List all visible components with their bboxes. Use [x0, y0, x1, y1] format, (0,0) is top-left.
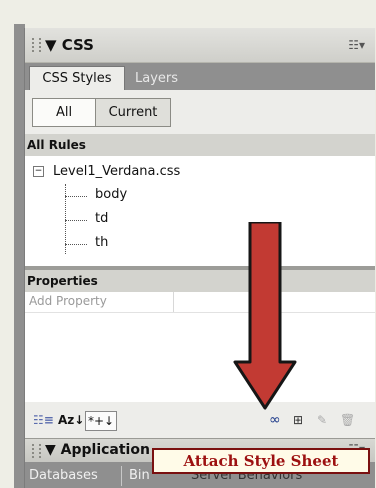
tree-branch [65, 244, 87, 245]
tree-branch [65, 196, 87, 197]
all-mode-button[interactable]: All [32, 98, 96, 127]
rule-th[interactable]: th [95, 235, 108, 250]
css-panel-toolbar: ☷≡ Az↓ *+↓ ∞ ⊞ ✎ 🗑 [25, 402, 375, 438]
css-panel-header[interactable]: ▼ CSS ☷▾ [25, 28, 375, 63]
tab-divider [121, 466, 122, 486]
tab-databases[interactable]: Databases [29, 468, 98, 483]
css-panel-title[interactable]: ▼ CSS [45, 36, 94, 54]
attach-style-sheet-icon[interactable]: ∞ [269, 411, 287, 429]
callout-arrow-icon [233, 222, 297, 410]
panel-grip-icon[interactable] [32, 38, 41, 52]
tree-branch [65, 220, 87, 221]
current-mode-button[interactable]: Current [95, 98, 171, 127]
panel-options-icon[interactable]: ☷▾ [348, 38, 365, 52]
delete-rule-icon[interactable]: 🗑 [340, 411, 358, 429]
column-divider [173, 292, 174, 312]
mode-toggle-area: All Current [25, 90, 375, 134]
css-panel: ▼ CSS ☷▾ CSS Styles Layers All Current A… [24, 28, 375, 488]
show-category-view-icon[interactable]: ☷≡ [33, 411, 54, 429]
rule-body[interactable]: body [95, 187, 127, 202]
edit-style-icon[interactable]: ✎ [317, 411, 335, 429]
all-rules-heading: All Rules [25, 134, 375, 156]
stylesheet-node[interactable]: Level1_Verdana.css [53, 164, 180, 179]
tab-bindings[interactable]: Bin [129, 468, 150, 483]
properties-heading: Properties [25, 270, 375, 292]
add-property-row[interactable]: Add Property [25, 292, 375, 313]
add-property-link[interactable]: Add Property [29, 294, 107, 308]
properties-grid: Add Property [25, 292, 375, 402]
rules-tree: − Level1_Verdana.css body td th [25, 156, 375, 266]
css-tab-strip: CSS Styles Layers [25, 63, 375, 91]
rule-td[interactable]: td [95, 211, 108, 226]
tab-css-styles[interactable]: CSS Styles [29, 66, 125, 91]
attach-style-sheet-callout: Attach Style Sheet [152, 448, 370, 474]
application-panel-title[interactable]: ▼ Application [45, 442, 150, 458]
tab-layers[interactable]: Layers [135, 71, 178, 86]
panel-grip-icon[interactable] [32, 444, 41, 458]
alphabetical-view-icon[interactable]: Az↓ [58, 411, 84, 429]
new-css-rule-icon[interactable]: ⊞ [293, 411, 311, 429]
show-set-properties-icon[interactable]: *+↓ [85, 411, 117, 431]
window-frame-top [0, 0, 376, 28]
collapse-icon[interactable]: − [33, 166, 44, 177]
